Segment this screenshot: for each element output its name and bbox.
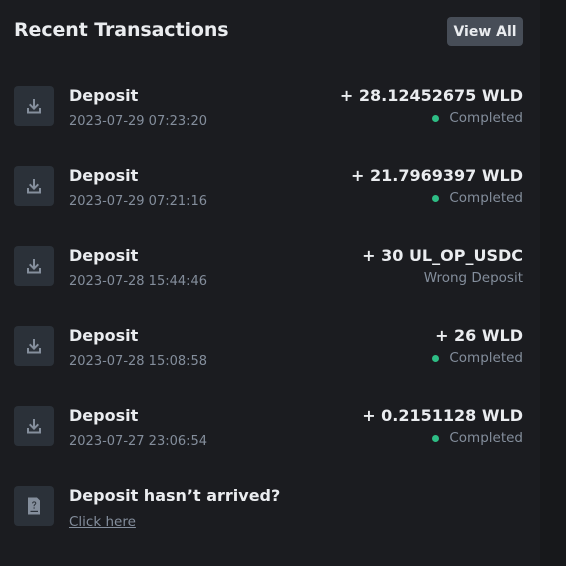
transaction-status-label: Completed	[449, 190, 523, 206]
transaction-status: Completed	[432, 430, 523, 446]
transaction-amount: + 0.2151128 WLD	[362, 406, 523, 425]
panel-title: Recent Transactions	[14, 19, 229, 41]
transaction-row[interactable]: Deposit 2023-07-28 15:44:46 + 30 UL_OP_USD…	[0, 246, 540, 306]
status-dot-icon	[432, 194, 440, 202]
transaction-row[interactable]: Deposit 2023-07-28 15:08:58 + 26 WLD Comple…	[0, 326, 540, 386]
download-icon	[14, 86, 54, 126]
transaction-amount: + 26 WLD	[435, 326, 523, 345]
deposit-help-title: Deposit hasn’t arrived?	[69, 486, 281, 505]
recent-transactions-panel: Recent Transactions View All Deposit 2023…	[0, 0, 540, 566]
transaction-type: Deposit	[69, 86, 139, 105]
transaction-amount: + 21.7969397 WLD	[351, 166, 523, 185]
transaction-time: 2023-07-29 07:21:16	[69, 194, 208, 209]
status-dot-icon	[432, 434, 440, 442]
transaction-type: Deposit	[69, 326, 139, 345]
click-here-link[interactable]: Click here	[69, 514, 136, 530]
transaction-status: Completed	[432, 190, 523, 206]
status-dot-icon	[432, 114, 440, 122]
transaction-status-label: Completed	[449, 350, 523, 366]
question-document-glyph	[28, 497, 40, 515]
view-all-button[interactable]: View All	[447, 17, 523, 46]
question-document-icon	[14, 486, 54, 526]
transaction-amount: + 30 UL_OP_USDC	[362, 246, 523, 265]
transaction-status: Wrong Deposit	[424, 270, 523, 286]
download-icon	[14, 326, 54, 366]
transaction-status: Completed	[432, 350, 523, 366]
transaction-time: 2023-07-28 15:44:46	[69, 274, 208, 289]
transaction-time: 2023-07-28 15:08:58	[69, 354, 208, 369]
transaction-type: Deposit	[69, 246, 139, 265]
download-icon	[14, 166, 54, 206]
transaction-row[interactable]: Deposit 2023-07-27 23:06:54 + 0.2151128 WL…	[0, 406, 540, 466]
transaction-type: Deposit	[69, 166, 139, 185]
download-icon	[14, 406, 54, 446]
transaction-row[interactable]: Deposit 2023-07-29 07:23:20 + 28.12452675 …	[0, 86, 540, 146]
status-dot-icon	[432, 354, 440, 362]
transaction-type: Deposit	[69, 406, 139, 425]
transaction-status-label: Completed	[449, 430, 523, 446]
right-edge-strip	[540, 0, 566, 566]
transaction-amount: + 28.12452675 WLD	[339, 86, 523, 105]
download-icon	[14, 246, 54, 286]
transaction-status-label: Completed	[449, 110, 523, 126]
deposit-help-row: Deposit hasn’t arrived? Click here	[0, 486, 540, 546]
transaction-status: Completed	[432, 110, 523, 126]
transaction-time: 2023-07-29 07:23:20	[69, 114, 208, 129]
transaction-row[interactable]: Deposit 2023-07-29 07:21:16 + 21.7969397 W…	[0, 166, 540, 226]
transaction-status-label: Wrong Deposit	[423, 270, 523, 286]
transaction-time: 2023-07-27 23:06:54	[69, 434, 208, 449]
